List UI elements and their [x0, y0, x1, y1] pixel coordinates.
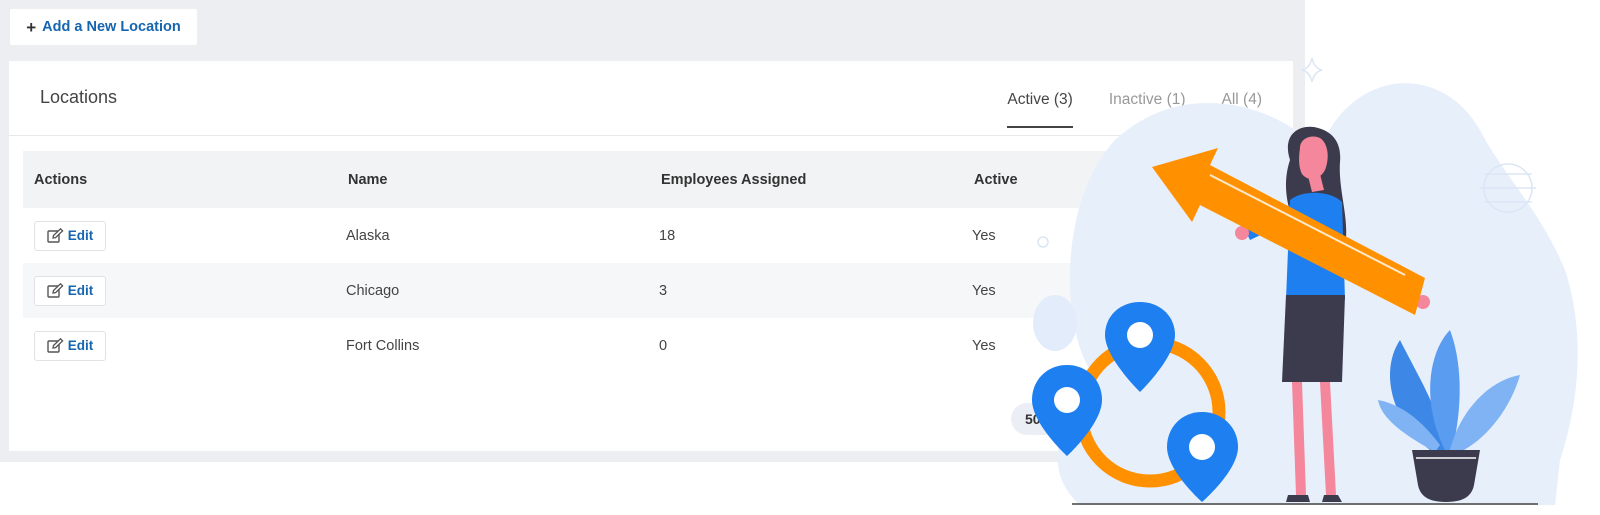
edit-icon	[47, 283, 64, 298]
edit-icon	[47, 338, 64, 353]
column-header-employees[interactable]: Employees Assigned	[651, 172, 964, 188]
decorative-circle	[1037, 236, 1049, 248]
actions-cell: Edit	[23, 220, 338, 251]
actions-cell: Edit	[23, 330, 338, 361]
employees-count: 3	[659, 282, 668, 299]
plus-icon: +	[26, 17, 37, 37]
actions-cell: Edit	[23, 275, 338, 306]
add-location-button[interactable]: + Add a New Location	[10, 9, 197, 45]
edit-label: Edit	[67, 228, 94, 243]
edit-button[interactable]: Edit	[34, 220, 106, 251]
edit-label: Edit	[67, 338, 94, 353]
location-name: Fort Collins	[346, 337, 420, 354]
edit-icon	[47, 228, 64, 243]
edit-label: Edit	[67, 283, 94, 298]
location-name: Alaska	[346, 227, 390, 244]
column-header-actions[interactable]: Actions	[23, 172, 338, 188]
location-name: Chicago	[346, 282, 400, 299]
add-location-label: Add a New Location	[42, 19, 181, 35]
employees-count: 18	[659, 227, 676, 244]
sparkle-icon	[1301, 57, 1323, 83]
column-header-name[interactable]: Name	[338, 172, 651, 188]
edit-button[interactable]: Edit	[34, 275, 106, 306]
edit-button[interactable]: Edit	[34, 330, 106, 361]
page-title: Locations	[40, 87, 118, 107]
background-blob-small	[1033, 295, 1077, 351]
location-illustration	[1032, 57, 1578, 505]
employees-count: 0	[659, 337, 668, 354]
